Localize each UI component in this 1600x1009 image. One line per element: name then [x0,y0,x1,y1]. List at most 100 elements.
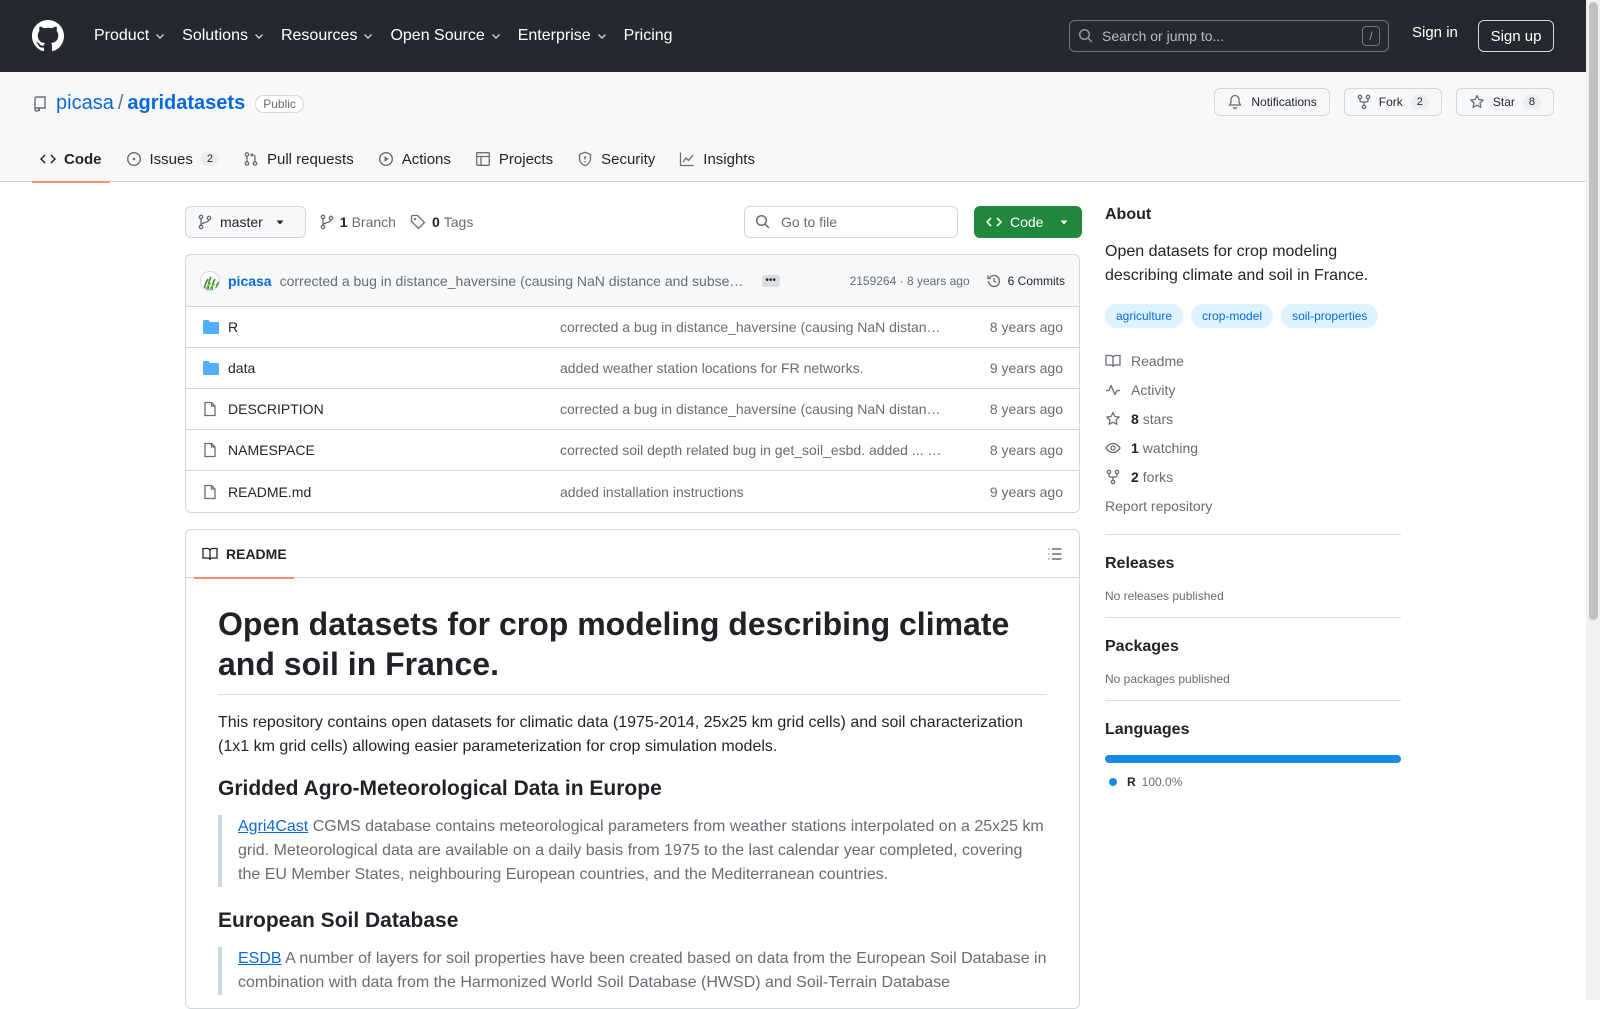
fork-button[interactable]: Fork 2 [1343,88,1442,116]
star-count: 8 [1522,95,1541,109]
forks-link[interactable]: 2 forks [1105,462,1401,491]
caret-down-icon [1059,217,1077,227]
code-icon [40,151,64,167]
language-color-dot [1109,778,1117,786]
nav-label: Resources [280,27,358,44]
nav-open-source[interactable]: Open Source [382,20,509,52]
activity-link[interactable]: Activity [1105,375,1401,404]
commits-history-link[interactable]: 6 Commits [986,273,1065,289]
divider [1105,700,1401,701]
tab-issues[interactable]: Issues 2 [118,136,227,182]
tab-security[interactable]: Security [569,136,663,182]
nav-label: Solutions [182,27,248,44]
repo-owner-link[interactable]: picasa [56,92,114,115]
readme-intro: This repository contains open datasets f… [218,714,1023,755]
star-button[interactable]: Star 8 [1455,88,1554,116]
file-icon [202,401,220,417]
report-repository-link[interactable]: Report repository [1105,491,1401,520]
file-commit-age: 8 years ago [989,442,1063,458]
language-bar [1105,755,1401,763]
nav-enterprise[interactable]: Enterprise [510,20,616,52]
table-icon [475,151,499,167]
stars-link[interactable]: 8 stars [1105,404,1401,433]
topic-tag[interactable]: soil-properties [1281,304,1379,328]
tab-pull-requests[interactable]: Pull requests [235,136,362,182]
language-item[interactable]: R 100.0% [1105,775,1401,789]
branch-selector[interactable]: master [185,206,306,238]
readme-title: Open datasets for crop modeling describi… [218,604,1047,695]
search-icon [755,214,781,230]
file-name-link[interactable]: data [228,360,560,376]
tag-icon [410,214,432,230]
page-scrollbar[interactable] [1586,0,1600,1000]
file-name-link[interactable]: NAMESPACE [228,442,560,458]
commit-hash-age[interactable]: 2159264 · 8 years ago [850,274,970,288]
branch-icon [198,214,220,230]
search-input[interactable]: Search or jump to... / [1069,20,1389,52]
file-name-link[interactable]: DESCRIPTION [228,401,560,417]
readme-link[interactable]: Readme [1105,346,1401,375]
readme-tab[interactable]: README [194,530,294,579]
latest-commit: picasa corrected a bug in distance_haver… [186,255,1079,307]
esdb-link[interactable]: ESDB [238,950,282,967]
tab-insights[interactable]: Insights [671,136,763,182]
file-row[interactable]: NAMESPACE corrected soil depth related bu… [186,430,1079,471]
expand-commit-button[interactable]: ••• [761,274,780,287]
tab-label: Code [64,150,102,168]
topic-list: agriculture crop-model soil-properties [1105,304,1401,328]
commit-author[interactable]: picasa [228,273,272,289]
readme-blockquote: ESDB A number of layers for soil propert… [218,947,1047,995]
packages-heading[interactable]: Packages [1105,638,1401,656]
tab-actions[interactable]: Actions [370,136,459,182]
shield-icon [577,151,601,167]
languages-heading: Languages [1105,721,1190,738]
file-commit-message[interactable]: corrected a bug in distance_haversine (c… [560,401,945,417]
file-icon [202,442,220,458]
code-dropdown-button[interactable]: Code [974,206,1082,238]
file-row[interactable]: DESCRIPTION corrected a bug in distance_h… [186,389,1079,430]
github-logo-icon[interactable] [32,20,64,52]
file-row[interactable]: README.md added installation instructions… [186,471,1079,512]
about-heading: About [1105,206,1152,223]
file-commit-message[interactable]: added weather station locations for FR n… [560,360,945,376]
caret-down-icon [275,217,293,227]
file-commit-message[interactable]: corrected soil depth related bug in get_… [560,442,945,458]
readme-section-title: European Soil Database [218,909,459,932]
topic-tag[interactable]: crop-model [1191,304,1274,328]
file-row[interactable]: Rcorrected a bug in distance_haversine (… [186,307,1079,348]
file-name-link[interactable]: R [228,319,560,335]
agri4cast-link[interactable]: Agri4Cast [238,818,308,835]
notifications-button[interactable]: Notifications [1214,88,1330,116]
branches-link[interactable]: 1 Branch [320,214,396,230]
file-commit-age: 9 years ago [989,360,1063,376]
commit-message[interactable]: corrected a bug in distance_haversine (c… [280,273,750,289]
watching-link[interactable]: 1 watching [1105,433,1401,462]
tab-code[interactable]: Code [32,136,110,183]
sign-in-link[interactable]: Sign in [1412,24,1458,41]
forks-count: 2 [1131,468,1139,485]
branch-count: 1 [339,214,348,230]
tags-link[interactable]: 0 Tags [410,214,473,230]
releases-heading[interactable]: Releases [1105,555,1401,573]
tab-projects[interactable]: Projects [467,136,561,182]
tab-label: Projects [498,150,554,168]
blockquote-text: A number of layers for soil properties h… [238,950,1047,991]
topic-tag[interactable]: agriculture [1105,304,1184,328]
outline-list-icon[interactable] [1047,546,1063,562]
nav-solutions[interactable]: Solutions [174,20,273,52]
file-commit-message[interactable]: corrected a bug in distance_haversine (c… [560,319,945,335]
graph-icon [679,151,703,167]
search-placeholder: Search or jump to... [1102,28,1225,44]
go-to-file-input[interactable]: Go to file [744,206,958,238]
scrollbar-thumb[interactable] [1589,2,1598,620]
repo-name-link[interactable]: agridatasets [127,92,245,115]
file-row[interactable]: data added weather station locations for … [186,348,1079,389]
file-name-link[interactable]: README.md [228,484,560,500]
nav-product[interactable]: Product [86,20,174,52]
file-toolbar: master 1 Branch 0 Tags Go to file Code [185,206,1082,238]
avatar[interactable] [200,270,220,291]
file-commit-message[interactable]: added installation instructions [560,484,945,500]
sign-up-button[interactable]: Sign up [1478,20,1554,52]
nav-pricing[interactable]: Pricing [616,20,681,52]
nav-resources[interactable]: Resources [273,20,382,52]
